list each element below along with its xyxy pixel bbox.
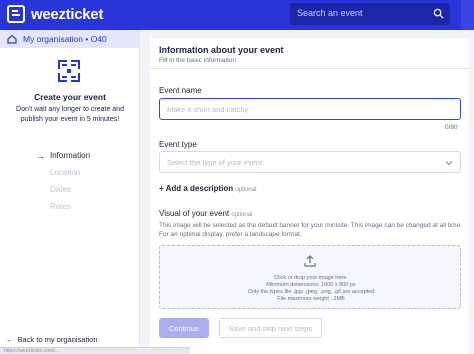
search-input[interactable]: Search an event xyxy=(290,3,450,25)
step-rates[interactable]: Rates xyxy=(36,198,90,215)
brand-name: weezticket xyxy=(31,5,104,23)
save-and-skip-button[interactable]: Save and skip next steps xyxy=(219,318,322,338)
visual-description: This image will be selected as the defau… xyxy=(159,222,463,238)
back-to-organisation-link[interactable]: ← Back to my organisation xyxy=(6,335,98,344)
form-title: Information about your event xyxy=(159,45,284,55)
step-location[interactable]: Location xyxy=(36,164,90,181)
optional-tag: optional xyxy=(235,187,257,193)
dropzone-max-weight: File maximum weight : 2MB xyxy=(277,296,345,302)
dropzone-dimensions: Minimum dimensions: 1600 x 800 px xyxy=(266,282,356,288)
upload-icon xyxy=(304,255,316,267)
step-label: Rates xyxy=(50,202,71,211)
dropzone-instruction: Click or drop your image here. xyxy=(274,275,348,281)
event-name-input[interactable]: Make it short and catchy xyxy=(159,98,461,120)
arrow-right-icon: → xyxy=(36,150,45,161)
create-event-title: Create your event xyxy=(34,92,106,102)
browser-status-bar: https://weezticket.com/... xyxy=(0,347,190,354)
search-icon[interactable] xyxy=(433,8,444,19)
sidebar: My organisation • O40 Create your event … xyxy=(0,30,140,354)
home-icon xyxy=(7,34,17,44)
brand-logo[interactable]: weezticket xyxy=(7,5,103,23)
step-label: Information xyxy=(50,151,91,160)
organisation-label: My organisation • O40 xyxy=(23,34,107,44)
account-area[interactable] xyxy=(461,0,474,30)
step-label: Dates xyxy=(50,185,71,194)
image-dropzone[interactable]: Click or drop your image here. Minimum d… xyxy=(159,245,461,309)
step-list: → Information Location Dates Rates xyxy=(36,147,90,215)
top-navigation-bar: weezticket Search an event xyxy=(0,0,474,30)
back-label: Back to my organisation xyxy=(17,335,98,344)
dropzone-filetypes: Only the types file .jpg, .jpeg, .png, .… xyxy=(247,289,375,295)
event-type-placeholder: Select the type of your event xyxy=(167,158,263,167)
organisation-switcher[interactable]: My organisation • O40 xyxy=(0,30,140,48)
event-type-label: Event type xyxy=(159,140,197,149)
event-name-label: Event name xyxy=(159,86,202,95)
search-placeholder: Search an event xyxy=(297,8,363,18)
event-info-form: Information about your event Fill in the… xyxy=(150,38,469,354)
brand-glyph-icon xyxy=(58,60,80,82)
arrow-left-icon: ← xyxy=(6,335,14,344)
event-name-placeholder: Make it short and catchy xyxy=(167,105,249,114)
step-dates[interactable]: Dates xyxy=(36,181,90,198)
form-subtitle: Fill in the basic information xyxy=(159,57,236,64)
divider xyxy=(150,68,469,69)
step-label: Location xyxy=(50,168,81,177)
optional-tag: optional xyxy=(231,212,253,218)
add-description-label: + Add a description xyxy=(159,184,234,193)
visual-label: Visual of your event xyxy=(159,209,230,218)
continue-button[interactable]: Continue xyxy=(159,318,209,338)
create-event-description: Don't wait any longer to create and publ… xyxy=(16,106,124,123)
step-information[interactable]: → Information xyxy=(36,147,90,164)
visual-label-row: Visual of your event optional xyxy=(159,209,252,218)
chevron-down-icon xyxy=(445,161,453,166)
add-description-button[interactable]: + Add a description optional xyxy=(159,184,256,193)
ticket-logo-icon xyxy=(7,5,25,23)
event-type-select[interactable]: Select the type of your event xyxy=(159,151,461,173)
character-counter: 0/80 xyxy=(445,124,458,131)
